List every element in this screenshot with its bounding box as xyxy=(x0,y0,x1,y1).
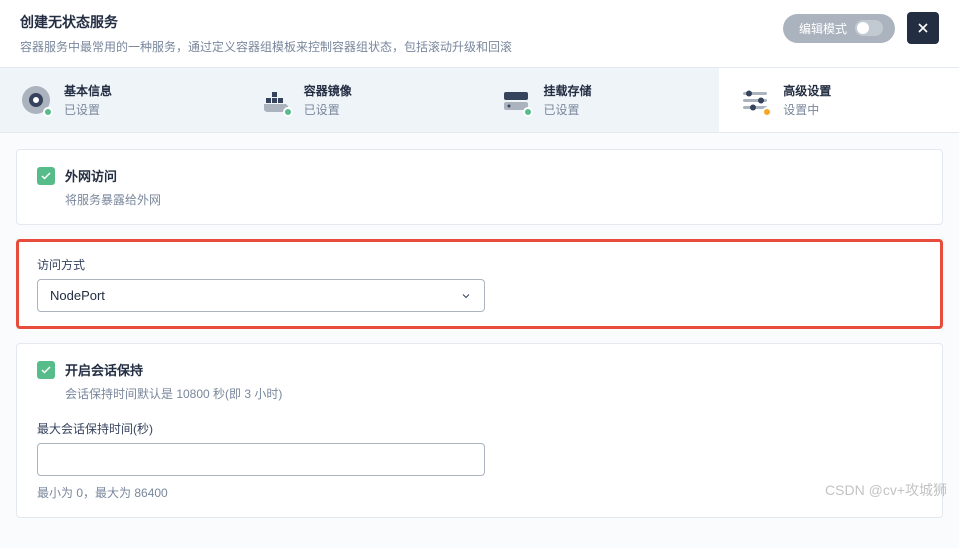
external-access-title: 外网访问 xyxy=(65,166,117,185)
step-tabs: 基本信息 已设置 容器镜像 已设置 挂载存储 已设置 高级设置 设置中 xyxy=(0,68,959,133)
tab-mount-storage[interactable]: 挂载存储 已设置 xyxy=(480,68,720,132)
timeout-input[interactable] xyxy=(37,443,485,476)
switch-icon xyxy=(855,20,883,36)
step-title: 容器镜像 xyxy=(304,82,352,99)
edit-mode-toggle[interactable]: 编辑模式 xyxy=(783,14,895,43)
step-status: 已设置 xyxy=(64,101,112,118)
container-icon xyxy=(260,84,292,116)
timeout-hint: 最小为 0，最大为 86400 xyxy=(37,484,922,501)
step-title: 高级设置 xyxy=(783,82,831,99)
advanced-icon xyxy=(739,84,771,116)
step-status: 设置中 xyxy=(783,101,831,118)
external-access-card: 外网访问 将服务暴露给外网 xyxy=(16,149,943,225)
info-icon xyxy=(20,84,52,116)
external-access-checkbox[interactable] xyxy=(37,167,55,185)
external-access-desc: 将服务暴露给外网 xyxy=(65,191,922,208)
step-status: 已设置 xyxy=(544,101,592,118)
close-button[interactable] xyxy=(907,12,939,44)
session-persistence-card: 开启会话保持 会话保持时间默认是 10800 秒(即 3 小时) 最大会话保持时… xyxy=(16,343,943,518)
timeout-label: 最大会话保持时间(秒) xyxy=(37,420,922,437)
chevron-down-icon xyxy=(460,290,472,302)
page-title: 创建无状态服务 xyxy=(20,12,783,32)
step-title: 挂载存储 xyxy=(544,82,592,99)
tab-advanced-settings[interactable]: 高级设置 设置中 xyxy=(719,68,959,132)
step-status: 已设置 xyxy=(304,101,352,118)
storage-icon xyxy=(500,84,532,116)
watermark: CSDN @cv+攻城狮 xyxy=(825,480,947,500)
step-title: 基本信息 xyxy=(64,82,112,99)
session-persistence-checkbox[interactable] xyxy=(37,361,55,379)
session-persistence-title: 开启会话保持 xyxy=(65,360,143,379)
access-method-label: 访问方式 xyxy=(37,256,922,273)
access-method-select[interactable]: NodePort xyxy=(37,279,485,312)
access-method-card: 访问方式 NodePort xyxy=(16,239,943,329)
session-persistence-desc: 会话保持时间默认是 10800 秒(即 3 小时) xyxy=(65,385,922,402)
edit-mode-label: 编辑模式 xyxy=(799,20,847,37)
close-icon xyxy=(915,20,931,36)
tab-container-image[interactable]: 容器镜像 已设置 xyxy=(240,68,480,132)
page-subtitle: 容器服务中最常用的一种服务，通过定义容器组模板来控制容器组状态，包括滚动升级和回… xyxy=(20,38,783,55)
check-icon xyxy=(40,364,52,376)
check-icon xyxy=(40,170,52,182)
tab-basic-info[interactable]: 基本信息 已设置 xyxy=(0,68,240,132)
access-method-value: NodePort xyxy=(50,288,105,303)
